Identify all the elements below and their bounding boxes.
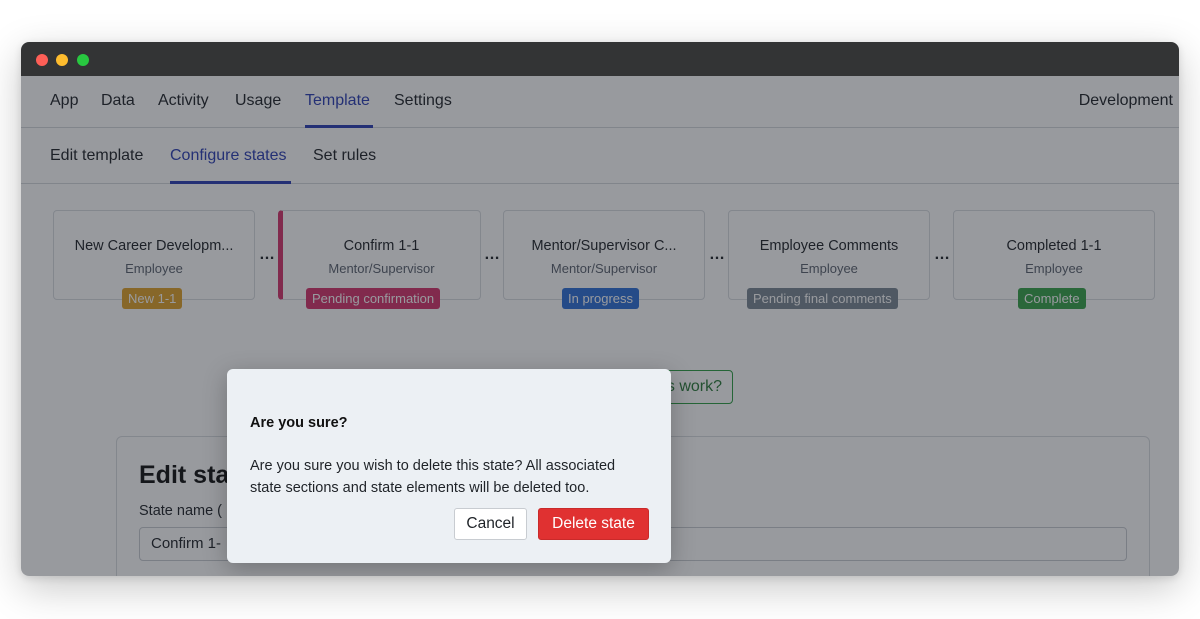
- window-titlebar: [21, 42, 1179, 76]
- confirm-delete-dialog: Are you sure? Are you sure you wish to d…: [227, 369, 671, 563]
- dialog-message: Are you sure you wish to delete this sta…: [250, 458, 616, 496]
- maximize-window-button[interactable]: [77, 54, 89, 66]
- app-window: App Data Activity Usage Template Setting…: [21, 42, 1179, 576]
- cancel-button[interactable]: Cancel: [454, 508, 527, 540]
- delete-state-button[interactable]: Delete state: [538, 508, 649, 540]
- minimize-window-button[interactable]: [56, 54, 68, 66]
- dialog-title: Are you sure?: [250, 415, 348, 431]
- close-window-button[interactable]: [36, 54, 48, 66]
- page-content: App Data Activity Usage Template Setting…: [21, 76, 1179, 576]
